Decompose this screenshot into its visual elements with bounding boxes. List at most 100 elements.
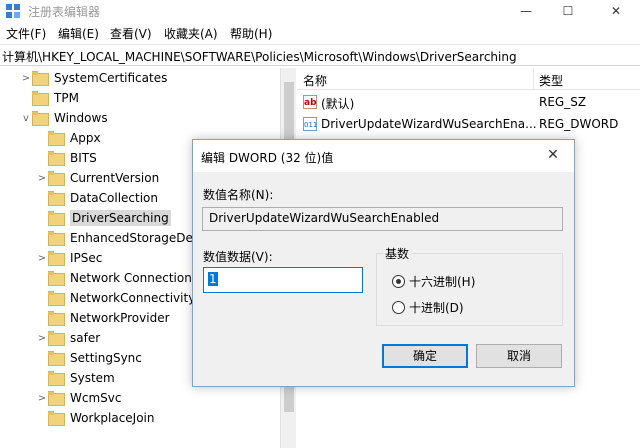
value-data-label: 数值数据(V): [203, 250, 273, 264]
registry-editor-icon [6, 4, 20, 18]
window-title: 注册表编辑器 [28, 5, 101, 19]
address-path[interactable]: 计算机\HKEY_LOCAL_MACHINE\SOFTWARE\Policies… [2, 48, 517, 65]
tree-item[interactable]: DataCollection [36, 188, 158, 208]
tree-item[interactable]: > IPSec [36, 248, 102, 268]
tree-item[interactable]: > SystemCertificates [20, 68, 167, 88]
chevron-right-icon[interactable]: > [36, 253, 48, 264]
tree-item-label: Windows [54, 111, 108, 125]
folder-icon [32, 111, 49, 126]
folder-icon [48, 191, 65, 206]
tree-item-label: Network Connections [70, 271, 199, 285]
tree-item[interactable]: Network Connections [36, 268, 198, 288]
tree-item[interactable]: v Windows [20, 108, 108, 128]
address-bar[interactable]: 计算机\HKEY_LOCAL_MACHINE\SOFTWARE\Policies… [0, 44, 640, 66]
tree-item[interactable]: Appx [36, 128, 101, 148]
string-value-icon: ab [303, 95, 317, 109]
folder-icon [32, 91, 49, 106]
value-data-input[interactable]: 1 [203, 267, 363, 293]
chevron-right-icon[interactable]: > [36, 333, 48, 344]
column-header-type[interactable]: 类型 [539, 72, 563, 89]
radio-hexadecimal-label: 十六进制(H) [409, 275, 476, 289]
dialog-close-icon[interactable]: ✕ [543, 147, 563, 165]
radio-decimal-label: 十进制(D) [409, 301, 464, 315]
tree-item[interactable]: > CurrentVersion [36, 168, 159, 188]
tree-item-label: BITS [70, 151, 97, 165]
menu-favorites[interactable]: 收藏夹(A) [164, 25, 218, 42]
tree-item-label: Appx [70, 131, 101, 145]
chevron-right-icon[interactable]: > [36, 173, 48, 184]
dialog-title: 编辑 DWORD (32 位)值 [201, 151, 334, 165]
value-name: (默认) [321, 97, 355, 111]
chevron-right-icon[interactable]: > [36, 393, 48, 404]
ok-button[interactable]: 确定 [382, 344, 468, 368]
folder-icon [48, 291, 65, 306]
tree-item-label: NetworkConnectivityS [70, 291, 203, 305]
tree-item[interactable]: BITS [36, 148, 97, 168]
chevron-right-icon[interactable]: > [20, 73, 32, 84]
edit-dword-dialog: 编辑 DWORD (32 位)值 ✕ 数值名称(N): DriverUpdate… [192, 139, 575, 387]
tree-item-label: SettingSync [70, 351, 142, 365]
dialog-title-bar: 编辑 DWORD (32 位)值 ✕ [193, 140, 574, 172]
folder-icon [48, 131, 65, 146]
tree-item[interactable]: > safer [36, 328, 100, 348]
radio-checked-icon[interactable] [392, 275, 405, 288]
menu-view[interactable]: 查看(V) [110, 25, 152, 42]
folder-icon [48, 171, 65, 186]
folder-icon [48, 271, 65, 286]
value-name-label: 数值名称(N): [203, 188, 274, 202]
tree-item-label: safer [70, 331, 101, 345]
column-header-name[interactable]: 名称 [303, 72, 327, 89]
close-button[interactable]: ✕ [596, 0, 636, 22]
value-data-text: 1 [208, 272, 218, 286]
value-name: DriverUpdateWizardWuSearchEna... [321, 117, 537, 131]
tree-item-label: DriverSearching [70, 210, 171, 226]
base-label: 基数 [383, 245, 412, 262]
tree-item-label: SystemCertificates [54, 71, 168, 85]
maximize-button[interactable]: ☐ [548, 0, 588, 22]
cancel-button[interactable]: 取消 [476, 344, 562, 368]
value-type: REG_SZ [539, 95, 587, 109]
tree-item[interactable]: SettingSync [36, 348, 142, 368]
tree-item-selected[interactable]: DriverSearching [36, 208, 171, 228]
column-divider[interactable] [533, 68, 534, 90]
folder-icon [48, 311, 65, 326]
menu-edit[interactable]: 编辑(E) [58, 25, 99, 42]
folder-icon [48, 231, 65, 246]
chevron-down-icon[interactable]: v [20, 113, 32, 124]
menu-help[interactable]: 帮助(H) [230, 25, 272, 42]
tree-item[interactable]: System [36, 368, 115, 388]
tree-item-label: System [70, 371, 115, 385]
tree-item-label: EnhancedStorageDevi [70, 231, 204, 245]
radio-unchecked-icon[interactable] [392, 301, 405, 314]
radio-hexadecimal[interactable]: 十六进制(H) [392, 273, 475, 290]
tree-item-label: WcmSvc [70, 391, 122, 405]
folder-icon [48, 211, 65, 226]
value-row[interactable]: ab (默认) REG_SZ [297, 92, 640, 112]
folder-icon [48, 391, 65, 406]
folder-icon [48, 331, 65, 346]
folder-icon [48, 371, 65, 386]
tree-item-label: NetworkProvider [70, 311, 170, 325]
list-header: 名称 类型 [297, 68, 640, 90]
tree-item-label: WorkplaceJoin [70, 411, 155, 425]
folder-icon [48, 411, 65, 426]
tree-item[interactable]: EnhancedStorageDevi [36, 228, 203, 248]
tree-item[interactable]: TPM [20, 88, 79, 108]
tree-item-label: TPM [54, 91, 79, 105]
folder-icon [48, 251, 65, 266]
folder-icon [32, 71, 49, 86]
minimize-button[interactable]: — [506, 0, 546, 22]
value-type: REG_DWORD [539, 117, 619, 131]
radio-decimal[interactable]: 十进制(D) [392, 299, 464, 316]
tree-item[interactable]: NetworkProvider [36, 308, 170, 328]
tree-item[interactable]: NetworkConnectivityS [36, 288, 203, 308]
menu-file[interactable]: 文件(F) [6, 25, 46, 42]
folder-icon [48, 151, 65, 166]
value-name-field: DriverUpdateWizardWuSearchEnabled [202, 207, 563, 231]
tree-item-label: IPSec [70, 251, 103, 265]
menu-bar: 文件(F) 编辑(E) 查看(V) 收藏夹(A) 帮助(H) [0, 22, 640, 42]
tree-item[interactable]: > WcmSvc [36, 388, 121, 408]
tree-item[interactable]: WorkplaceJoin [36, 408, 155, 428]
title-bar: 注册表编辑器 — ☐ ✕ [0, 0, 640, 22]
value-row[interactable]: 011 DriverUpdateWizardWuSearchEna... REG… [297, 114, 640, 134]
